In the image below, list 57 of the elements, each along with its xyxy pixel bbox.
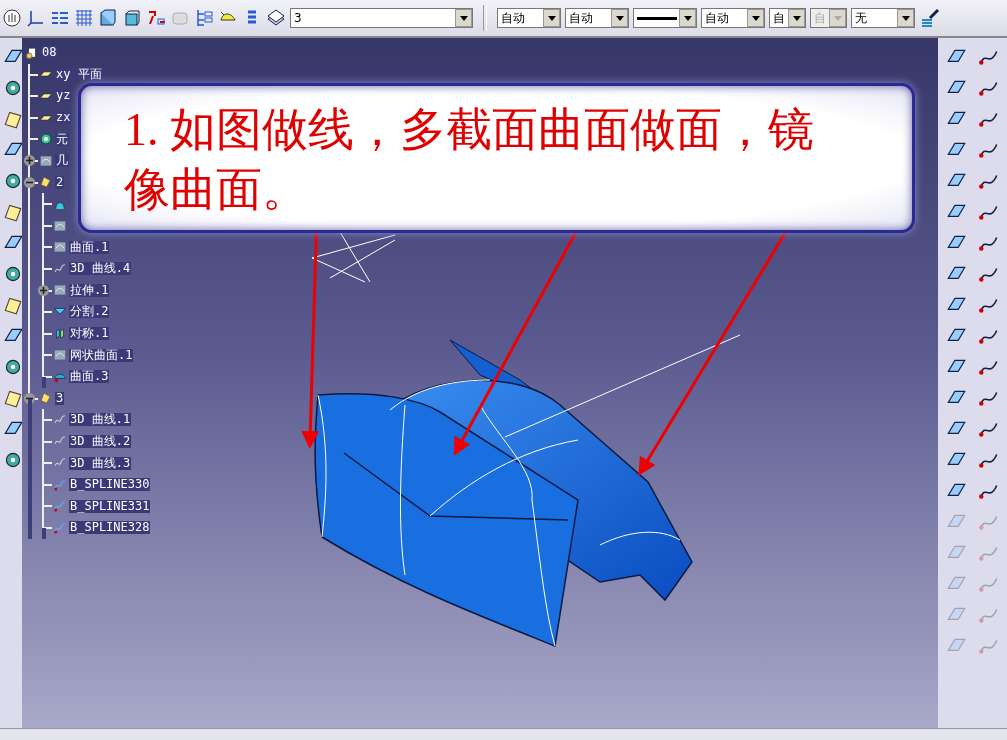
dropdown[interactable]: 自动 — [565, 8, 629, 28]
set-icon[interactable] — [39, 175, 53, 190]
axis-icon[interactable] — [26, 8, 46, 28]
tree-item[interactable]: yz — [55, 89, 72, 103]
caret-icon — [683, 15, 692, 21]
caret-icon — [792, 15, 801, 21]
surface-icon[interactable] — [53, 283, 67, 298]
dropdown[interactable]: 自动 — [497, 8, 561, 28]
dropdown[interactable]: 自 — [769, 8, 806, 28]
tree-icon[interactable] — [194, 8, 214, 28]
dropdown[interactable]: 3 — [290, 8, 473, 28]
expand-icon[interactable] — [38, 284, 49, 296]
tree-item[interactable]: 3D 曲线.3 — [69, 456, 132, 470]
expand-icon[interactable] — [24, 155, 35, 167]
brush-icon[interactable] — [919, 8, 941, 28]
part-icon[interactable] — [25, 45, 39, 60]
dropdown[interactable]: 自动 — [701, 8, 765, 28]
tree-item[interactable]: 2 — [55, 175, 65, 189]
layers-icon[interactable] — [266, 8, 286, 28]
tree-item[interactable]: 拉伸.1 — [69, 283, 110, 297]
tree-item[interactable]: 曲面.3 — [69, 370, 110, 384]
cube-icon[interactable] — [98, 8, 118, 28]
caret-icon — [459, 15, 468, 21]
dropdown[interactable] — [633, 8, 697, 28]
grid-icon[interactable] — [74, 8, 94, 28]
tree-item[interactable]: 网状曲面.1 — [69, 348, 134, 362]
tree-item[interactable]: 几 — [55, 154, 69, 168]
tree-item[interactable]: B_SPLINE330 — [69, 478, 151, 492]
collapse-icon[interactable] — [24, 392, 35, 404]
tree-item[interactable]: 3D 曲线.2 — [69, 435, 132, 448]
tree-item[interactable]: xy 平面 — [55, 67, 103, 81]
tree-item[interactable]: zx — [55, 111, 72, 125]
dropdown[interactable]: 无 — [851, 8, 915, 28]
caret-icon — [547, 15, 556, 21]
tree-item[interactable]: 3D 曲线.4 — [69, 262, 132, 276]
tree-item[interactable]: B_SPLINE328 — [69, 521, 151, 535]
tree-item[interactable]: 对称.1 — [69, 327, 110, 340]
caret-icon — [751, 15, 760, 21]
set-icon[interactable] — [39, 391, 53, 406]
tree-item[interactable]: B_SPLINE331 — [69, 499, 151, 513]
line-style-sample — [637, 16, 677, 20]
surface-icon[interactable] — [53, 218, 67, 233]
tree-item[interactable]: 08 — [41, 46, 58, 60]
caret-icon — [615, 15, 624, 21]
tree-item[interactable]: 曲面.1 — [69, 240, 110, 254]
cube-icon[interactable] — [122, 8, 142, 28]
tree-item[interactable]: 3 — [55, 391, 65, 405]
symmetry-icon[interactable] — [53, 326, 67, 341]
collapse-icon[interactable] — [24, 176, 35, 188]
tree-item[interactable]: 分割.2 — [69, 305, 110, 319]
surface-icon[interactable] — [39, 153, 53, 168]
caret-icon — [901, 15, 910, 21]
tree-item[interactable]: 元 — [55, 132, 69, 146]
surface-icon[interactable] — [53, 240, 67, 255]
callout-note: 1. 如图做线，多截面曲面做面，镜像曲面。 — [78, 83, 915, 233]
tree-item[interactable]: 3D 曲线.1 — [69, 413, 132, 427]
caret-icon — [833, 15, 842, 21]
